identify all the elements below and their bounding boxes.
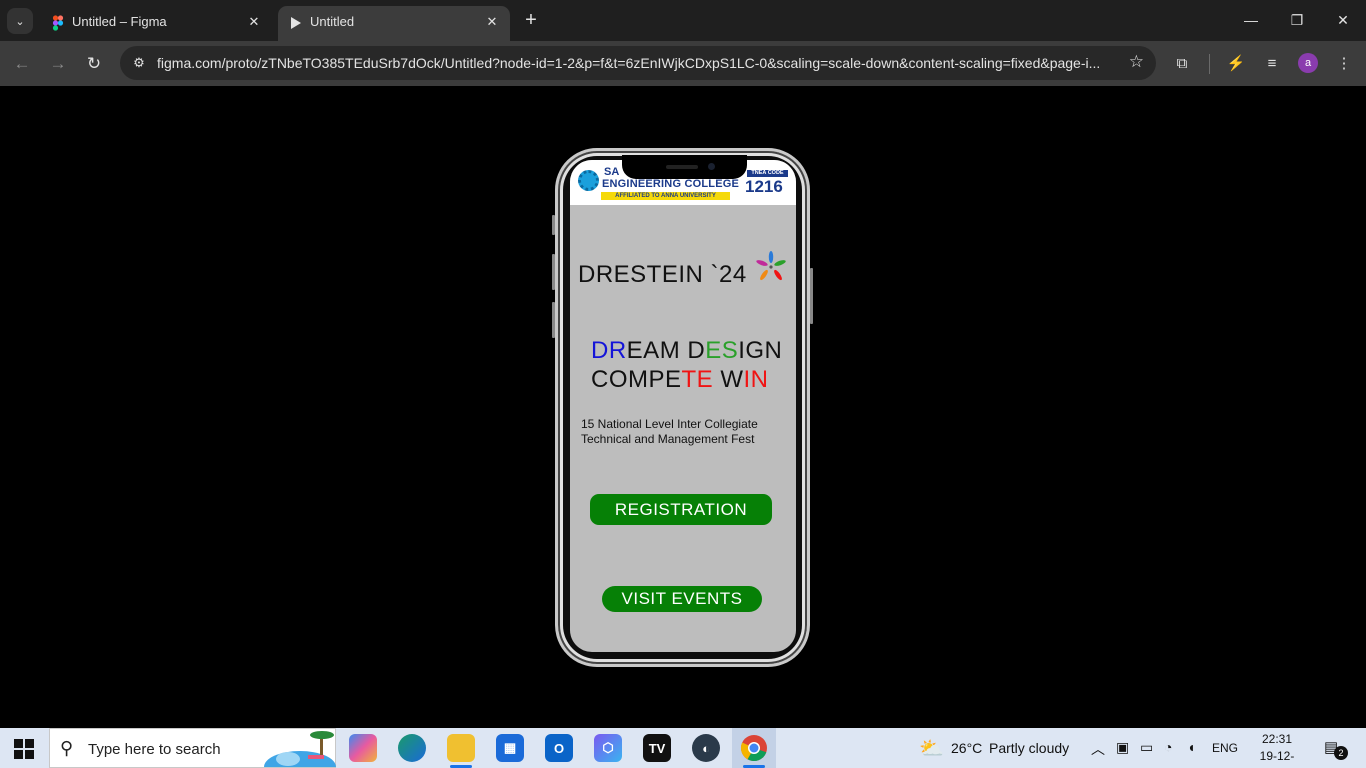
tab-figma[interactable]: Untitled – Figma ✕ [40,6,272,41]
language-indicator[interactable]: ENG [1212,741,1238,755]
phone-camera [708,163,715,170]
figma-icon [52,15,64,31]
microsoft-store-icon[interactable]: ▦ [496,734,524,762]
site-info-icon[interactable]: ⚙ [128,52,150,74]
chevron-up-icon[interactable]: ︿ [1091,739,1105,759]
affiliation-label: AFFILIATED TO ANNA UNIVERSITY [601,192,730,200]
description-line: Technical and Management Fest [581,432,755,446]
notification-badge: 2 [1334,746,1348,760]
phone-volume-up-button [552,254,555,290]
file-explorer-icon[interactable] [447,734,475,762]
tagline: DREAM DESIGN COMPETE WIN [591,336,782,394]
profile-avatar[interactable]: a [1298,53,1318,73]
copilot-app-icon[interactable]: ⬡ [594,734,622,762]
forward-button[interactable]: → [44,50,72,78]
phone-power-button [810,268,813,324]
tab-untitled[interactable]: Untitled ✕ [278,6,510,41]
tagline-part: COMPE [591,366,682,393]
volume-icon[interactable]: ◖ [1187,739,1195,755]
tab-title: Untitled [310,14,355,29]
minimize-button[interactable]: — [1229,6,1273,34]
taskbar: ⚲ Type here to search ▦ O ⬡ TV ◐ ⛅ 26°C … [0,728,1366,768]
menu-icon[interactable]: ⋮ [1332,51,1356,75]
tradingview-icon[interactable]: TV [643,734,671,762]
outlook-icon[interactable]: O [545,734,573,762]
tnea-code: 1216 [745,177,783,196]
reload-button[interactable]: ↻ [80,50,108,78]
performance-icon[interactable]: ⚡ [1224,51,1248,75]
search-icon: ⚲ [60,738,74,758]
weather-temp[interactable]: 26°C [951,740,982,756]
wifi-icon[interactable]: ◔ [1164,739,1172,755]
clock-date: 19-12-2024 [1259,749,1295,768]
tagline-part: TE [681,366,714,393]
meet-now-icon[interactable]: ▣ [1116,739,1129,756]
edge-icon[interactable] [398,734,426,762]
tagline-part: W [713,366,744,393]
tab-strip: ⌄ Untitled – Figma ✕ Untitled ✕ + — ❐ ✕ [0,0,1366,41]
registration-button[interactable]: REGISTRATION [590,494,772,525]
close-icon[interactable]: ✕ [244,12,264,32]
back-button[interactable]: ← [8,50,36,78]
close-window-button[interactable]: ✕ [1321,6,1365,34]
phone-volume-down-button [552,302,555,338]
tagline-line-1: DREAM DESIGN [591,336,782,365]
weather-icon[interactable]: ⛅ [919,736,944,761]
clock[interactable]: 22:31 19-12-2024 [1249,731,1305,768]
browser-toolbar: ← → ↻ ⚙ figma.com/proto/zTNbeTO385TEduSr… [0,41,1366,86]
extensions-icon[interactable]: ⧉ [1170,51,1194,75]
college-name-partial: SA [604,166,620,178]
tagline-line-2: COMPETE WIN [591,365,782,394]
prototype-screen: SA ENGINEERING COLLEGE AFFILIATED TO ANN… [570,160,796,652]
battery-icon[interactable]: ▭ [1140,739,1153,756]
restore-button[interactable]: ❐ [1275,6,1319,34]
search-placeholder: Type here to search [88,741,221,758]
notification-icon[interactable]: ▤ 2 [1324,738,1348,760]
windows-start-icon[interactable] [14,739,34,759]
description-line: 15 National Level Inter Collegiate [581,417,758,431]
address-bar[interactable]: ⚙ figma.com/proto/zTNbeTO385TEduSrb7dOck… [120,46,1156,80]
college-logo-icon [578,170,599,191]
bookmark-star-icon[interactable]: ☆ [1129,52,1144,72]
phone-speaker [666,165,698,169]
college-name: ENGINEERING COLLEGE [602,178,740,190]
url-text[interactable]: figma.com/proto/zTNbeTO385TEduSrb7dOck/U… [157,55,1117,71]
tnea-code-label: TNEA CODE [747,170,788,177]
taskbar-search-box[interactable]: ⚲ Type here to search [49,728,336,768]
phone-mute-button [552,215,555,235]
fest-description: 15 National Level Inter Collegiate Techn… [581,417,791,447]
tab-title: Untitled – Figma [72,14,167,29]
tagline-part: IN [743,366,769,393]
search-highlight-illustration [264,731,336,767]
media-control-icon[interactable]: ≡ [1260,51,1284,75]
new-tab-button[interactable]: + [520,9,542,31]
weather-desc[interactable]: Partly cloudy [989,740,1069,756]
phone-notch [622,155,747,179]
tagline-part: EAM D [626,337,706,364]
app-icon[interactable]: ◐ [692,734,720,762]
chrome-icon[interactable] [740,734,768,762]
close-icon[interactable]: ✕ [482,12,502,32]
fest-title: DRESTEIN `24 [578,261,747,288]
chevron-down-icon: ⌄ [15,15,25,28]
toolbar-divider [1209,54,1210,74]
copilot-icon[interactable] [349,734,377,762]
tagline-part: ES [705,337,739,364]
play-icon [291,17,301,29]
visit-events-button[interactable]: VISIT EVENTS [602,586,762,612]
fest-logo-icon [756,251,786,281]
tab-search-button[interactable]: ⌄ [7,8,33,34]
clock-time: 22:31 [1261,732,1293,746]
tagline-part: DR [591,337,627,364]
tagline-part: IGN [738,337,783,364]
